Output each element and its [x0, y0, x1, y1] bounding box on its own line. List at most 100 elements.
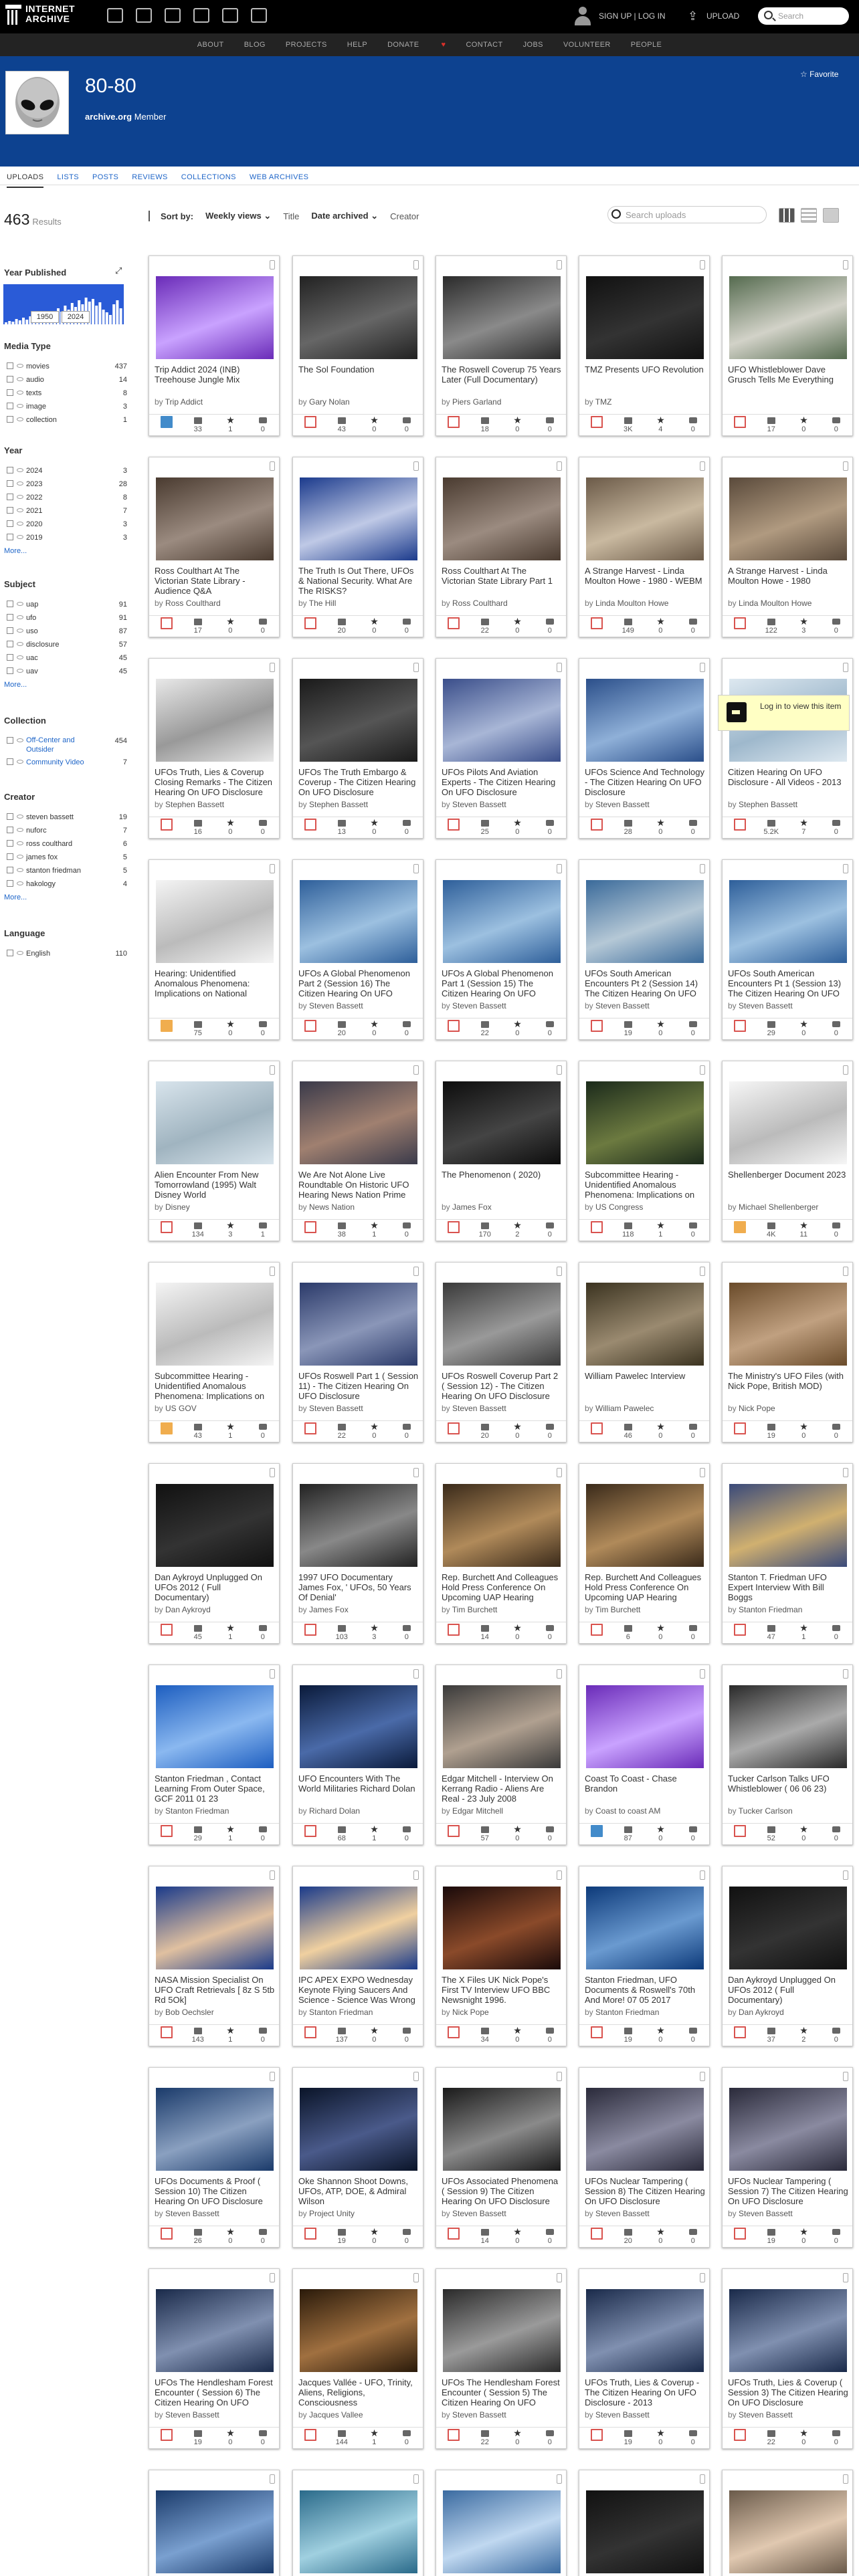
result-tile[interactable]	[149, 2470, 280, 2576]
thumbnail-image[interactable]	[443, 1685, 561, 1768]
eye-icon[interactable]	[17, 841, 23, 845]
result-tile[interactable]: UFOs Pilots And Aviation Experts - The C…	[436, 658, 567, 839]
thumbnail-image[interactable]	[443, 2289, 561, 2372]
facet-label[interactable]: Community Video	[26, 758, 84, 766]
eye-icon[interactable]	[17, 881, 23, 885]
eye-icon[interactable]	[17, 417, 23, 421]
thumbnail-image[interactable]	[729, 880, 847, 963]
checkbox[interactable]	[7, 520, 13, 527]
eye-icon[interactable]	[17, 669, 23, 673]
tile-title[interactable]: UFOs Associated Phenomena ( Session 9) T…	[442, 2176, 562, 2208]
thumbnail-image[interactable]	[156, 1887, 274, 1969]
pin-icon[interactable]	[413, 2273, 419, 2282]
result-tile[interactable]: Jacques Vallée - UFO, Trinity, Aliens, R…	[292, 2268, 423, 2449]
result-tile[interactable]: UFOs Truth, Lies & Coverup Closing Remar…	[149, 658, 280, 839]
thumbnail-image[interactable]	[300, 1283, 417, 1366]
tile-title[interactable]: UFOs A Global Phenomenon Part 1 (Session…	[442, 968, 562, 1000]
thumbnail-image[interactable]	[729, 2088, 847, 2171]
creator-facet-3[interactable]: james fox 5	[7, 852, 127, 863]
tile-title[interactable]: Citizen Hearing On UFO Disclosure - All …	[728, 767, 848, 798]
checkbox[interactable]	[7, 614, 13, 621]
pin-icon[interactable]	[700, 1267, 705, 1276]
facet-label[interactable]: stanton friedman	[26, 867, 81, 875]
thumbnail-image[interactable]	[729, 1685, 847, 1768]
thumbnail-image[interactable]	[300, 1887, 417, 1969]
eye-icon[interactable]	[17, 468, 23, 472]
tab-reviews[interactable]: REVIEWS	[132, 173, 168, 188]
software-icon[interactable]	[222, 8, 238, 23]
creator-facet-0[interactable]: steven bassett 19	[7, 812, 127, 823]
result-tile[interactable]: UFOs A Global Phenomenon Part 1 (Session…	[436, 859, 567, 1040]
tile-title[interactable]: The Phenomenon ( 2020)	[442, 1170, 562, 1201]
facet-label[interactable]: ufo	[26, 614, 36, 622]
facet-label[interactable]: 2019	[26, 534, 42, 542]
thumbnail-image[interactable]	[586, 1283, 704, 1366]
checkbox[interactable]	[7, 813, 13, 820]
result-tile[interactable]: UFOs South American Encounters Pt 2 (Ses…	[579, 859, 710, 1040]
result-tile[interactable]: TMZ Presents UFO Revolutionby TMZ3K40	[579, 255, 710, 436]
list-view-icon[interactable]	[801, 208, 817, 223]
subnav-blog[interactable]: BLOG	[244, 41, 266, 56]
result-tile[interactable]: Dan Aykroyd Unplugged On UFOs 2012 ( Ful…	[722, 1866, 853, 2046]
thumbnail-image[interactable]	[729, 2490, 847, 2573]
thumbnail-image[interactable]	[300, 1081, 417, 1164]
eye-icon[interactable]	[17, 828, 23, 832]
result-tile[interactable]: UFOs Nuclear Tampering ( Session 8) The …	[579, 2067, 710, 2248]
collection-facet-1[interactable]: Community Video 7	[7, 757, 127, 768]
result-tile[interactable]: Stanton T. Friedman UFO Expert Interview…	[722, 1463, 853, 1644]
checkbox[interactable]	[7, 494, 13, 500]
thumbnail-image[interactable]	[729, 1484, 847, 1567]
checkbox[interactable]	[7, 758, 13, 765]
year-from-input[interactable]: 1950	[31, 311, 59, 323]
thumbnail-image[interactable]	[586, 1484, 704, 1567]
pin-icon[interactable]	[557, 663, 562, 672]
pin-icon[interactable]	[270, 2474, 275, 2484]
pin-icon[interactable]	[413, 1267, 419, 1276]
subject-facet-2[interactable]: uso 87	[7, 626, 127, 637]
creator-facet-1[interactable]: nuforc 7	[7, 825, 127, 836]
thumbnail-image[interactable]	[443, 477, 561, 560]
tile-title[interactable]: UFOs A Global Phenomenon Part 2 (Session…	[298, 968, 419, 1000]
subnav-projects[interactable]: PROJECTS	[286, 41, 327, 56]
pin-icon[interactable]	[413, 1468, 419, 1477]
result-tile[interactable]	[579, 2470, 710, 2576]
result-tile[interactable]: Trip Addict 2024 (INB) Treehouse Jungle …	[149, 255, 280, 436]
result-tile[interactable]: Rep. Burchett And Colleagues Hold Press …	[436, 1463, 567, 1644]
thumbnail-image[interactable]	[729, 2289, 847, 2372]
subnav-jobs[interactable]: JOBS	[523, 41, 543, 56]
thumbnail-image[interactable]	[300, 1685, 417, 1768]
thumbnail-image[interactable]	[586, 1887, 704, 1969]
tile-title[interactable]: Hearing: Unidentified Anomalous Phenomen…	[155, 968, 275, 1000]
sort-creator[interactable]: Creator	[390, 211, 419, 221]
result-tile[interactable]: UFOs A Global Phenomenon Part 2 (Session…	[292, 859, 423, 1040]
pin-icon[interactable]	[843, 461, 848, 471]
thumbnail-image[interactable]	[443, 276, 561, 359]
pin-icon[interactable]	[843, 1870, 848, 1880]
facet-label[interactable]: nuforc	[26, 827, 47, 835]
eye-icon[interactable]	[17, 855, 23, 859]
subnav-people[interactable]: PEOPLE	[631, 41, 662, 56]
thumbnail-image[interactable]	[300, 477, 417, 560]
year-facet-1[interactable]: 2023 28	[7, 479, 127, 490]
facet-label[interactable]: image	[26, 403, 46, 411]
result-tile[interactable]: The X Files UK Nick Pope's First TV Inte…	[436, 1866, 567, 2046]
tile-title[interactable]: TMZ Presents UFO Revolution	[585, 364, 705, 396]
thumbnail-image[interactable]	[156, 679, 274, 762]
facet-label[interactable]: 2022	[26, 494, 42, 502]
thumbnail-image[interactable]	[156, 1685, 274, 1768]
thumbnail-image[interactable]	[729, 1081, 847, 1164]
tile-title[interactable]: The Ministry's UFO Files (with Nick Pope…	[728, 1371, 848, 1402]
eye-icon[interactable]	[17, 508, 23, 512]
eye-icon[interactable]	[17, 868, 23, 872]
thumbnail-image[interactable]	[156, 880, 274, 963]
pin-icon[interactable]	[557, 461, 562, 471]
checkbox[interactable]	[7, 376, 13, 383]
facet-label[interactable]: texts	[26, 389, 41, 397]
subject-facet-3[interactable]: disclosure 57	[7, 639, 127, 650]
facet-label[interactable]: steven bassett	[26, 813, 74, 821]
year-facet-2[interactable]: 2022 8	[7, 492, 127, 503]
tab-posts[interactable]: POSTS	[92, 173, 118, 188]
pin-icon[interactable]	[843, 663, 848, 672]
result-tile[interactable]: UFOs The Truth Embargo & Coverup - The C…	[292, 658, 423, 839]
eye-icon[interactable]	[17, 377, 23, 381]
